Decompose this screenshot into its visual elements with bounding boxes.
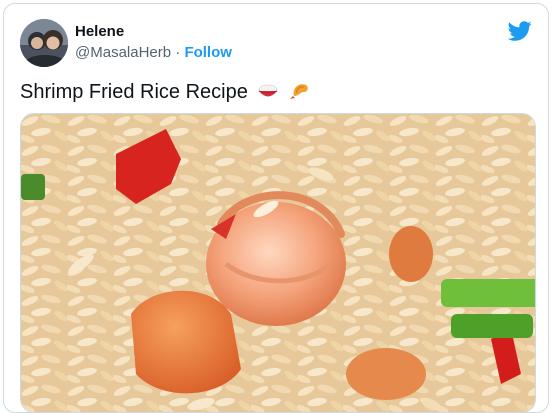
- user-handle[interactable]: @MasalaHerb: [75, 44, 171, 61]
- handle-row: @MasalaHerb · Follow: [75, 43, 232, 63]
- tweet-text: Shrimp Fried Rice Recipe: [20, 79, 311, 105]
- follow-link[interactable]: Follow: [184, 44, 232, 61]
- tweet-media-photo[interactable]: [20, 113, 536, 412]
- tweet-text-content: Shrimp Fried Rice Recipe: [20, 81, 248, 103]
- display-name[interactable]: Helene: [75, 22, 232, 42]
- avatar[interactable]: [20, 19, 68, 67]
- author-block: Helene @MasalaHerb · Follow: [75, 22, 232, 63]
- fried-shrimp-icon: [289, 84, 308, 99]
- separator-dot: ·: [175, 44, 181, 61]
- twitter-bird-icon[interactable]: [508, 19, 532, 43]
- rice-bowl-icon: [259, 84, 278, 97]
- tweet-card[interactable]: Helene @MasalaHerb · Follow Shrimp Fried…: [3, 3, 549, 413]
